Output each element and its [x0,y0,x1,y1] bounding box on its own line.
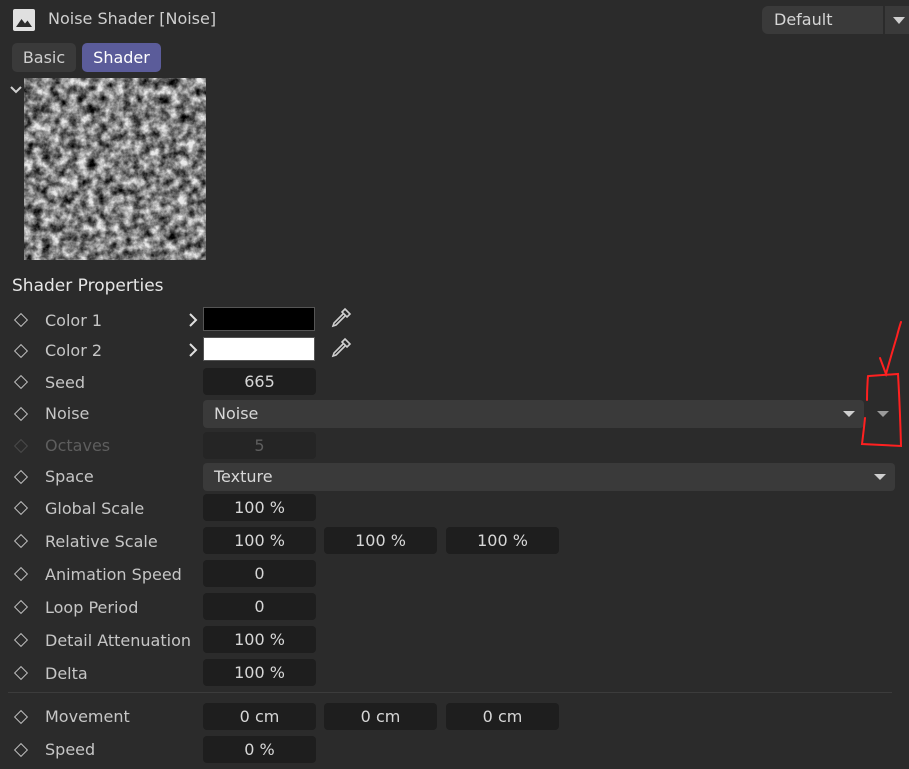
tab-shader[interactable]: Shader [82,43,161,72]
dropdown-arrow-icon[interactable] [893,17,905,24]
octaves-field: 5 [203,432,316,459]
keyframe-diamond-icon[interactable] [13,566,29,582]
tab-basic[interactable]: Basic [12,43,76,72]
delta-label: Delta [45,664,88,683]
eyedropper-icon[interactable] [329,306,353,330]
speed-label: Speed [45,740,96,759]
noise-label: Noise [45,404,90,423]
global-scale-field[interactable]: 100 % [203,494,316,521]
annotation-markup [860,321,903,448]
relative-scale-y-field[interactable]: 100 % [324,527,437,554]
noise-type-dropdown[interactable]: Noise [203,400,864,428]
section-divider [8,692,892,693]
keyframe-diamond-icon[interactable] [13,599,29,615]
keyframe-diamond-icon[interactable] [13,632,29,648]
eyedropper-icon[interactable] [329,336,353,360]
dropdown-arrow-icon [843,411,855,417]
keyframe-diamond-icon[interactable] [13,533,29,549]
speed-field[interactable]: 0 % [203,736,316,763]
loop-period-field[interactable]: 0 [203,593,316,620]
chevron-right-icon[interactable] [188,343,198,357]
movement-y-field[interactable]: 0 cm [324,703,437,730]
keyframe-diamond-icon[interactable] [13,742,29,758]
relative-scale-z-field[interactable]: 100 % [446,527,559,554]
animation-speed-field[interactable]: 0 [203,560,316,587]
movement-label: Movement [45,707,130,726]
chevron-right-icon[interactable] [188,313,198,327]
space-label: Space [45,467,94,486]
animation-speed-label: Animation Speed [45,565,182,584]
detail-attenuation-label: Detail Attenuation [45,631,192,650]
keyframe-diamond-icon[interactable] [13,665,29,681]
section-title: Shader Properties [12,276,164,296]
space-value: Texture [214,467,273,486]
shader-preview [24,78,206,260]
keyframe-diamond-icon[interactable] [13,374,29,390]
color1-label: Color 1 [45,311,103,330]
keyframe-diamond-icon[interactable] [13,406,29,422]
relative-scale-x-field[interactable]: 100 % [203,527,316,554]
seed-label: Seed [45,373,85,392]
noise-type-value: Noise [214,404,259,423]
seed-field[interactable]: 665 [203,368,316,395]
color2-swatch[interactable] [203,337,315,361]
preset-divider [883,6,885,34]
keyframe-diamond-icon[interactable] [13,500,29,516]
octaves-label: Octaves [45,436,111,455]
chevron-down-icon[interactable] [9,85,23,95]
color1-swatch[interactable] [203,307,315,331]
dropdown-arrow-icon [874,474,886,480]
preset-label: Default [774,10,833,29]
delta-field[interactable]: 100 % [203,659,316,686]
global-scale-label: Global Scale [45,499,145,518]
movement-x-field[interactable]: 0 cm [203,703,316,730]
preset-dropdown[interactable]: Default [762,6,909,34]
window-title: Noise Shader [Noise] [48,9,217,28]
keyframe-diamond-icon[interactable] [13,709,29,725]
image-icon [13,9,35,31]
relative-scale-label: Relative Scale [45,532,158,551]
loop-period-label: Loop Period [45,598,139,617]
color2-label: Color 2 [45,341,103,360]
detail-attenuation-field[interactable]: 100 % [203,626,316,653]
keyframe-diamond-icon[interactable] [13,312,29,328]
keyframe-diamond-icon[interactable] [13,469,29,485]
space-dropdown[interactable]: Texture [203,463,895,491]
keyframe-diamond-icon[interactable] [13,343,29,359]
keyframe-diamond-icon [13,438,29,454]
movement-z-field[interactable]: 0 cm [446,703,559,730]
